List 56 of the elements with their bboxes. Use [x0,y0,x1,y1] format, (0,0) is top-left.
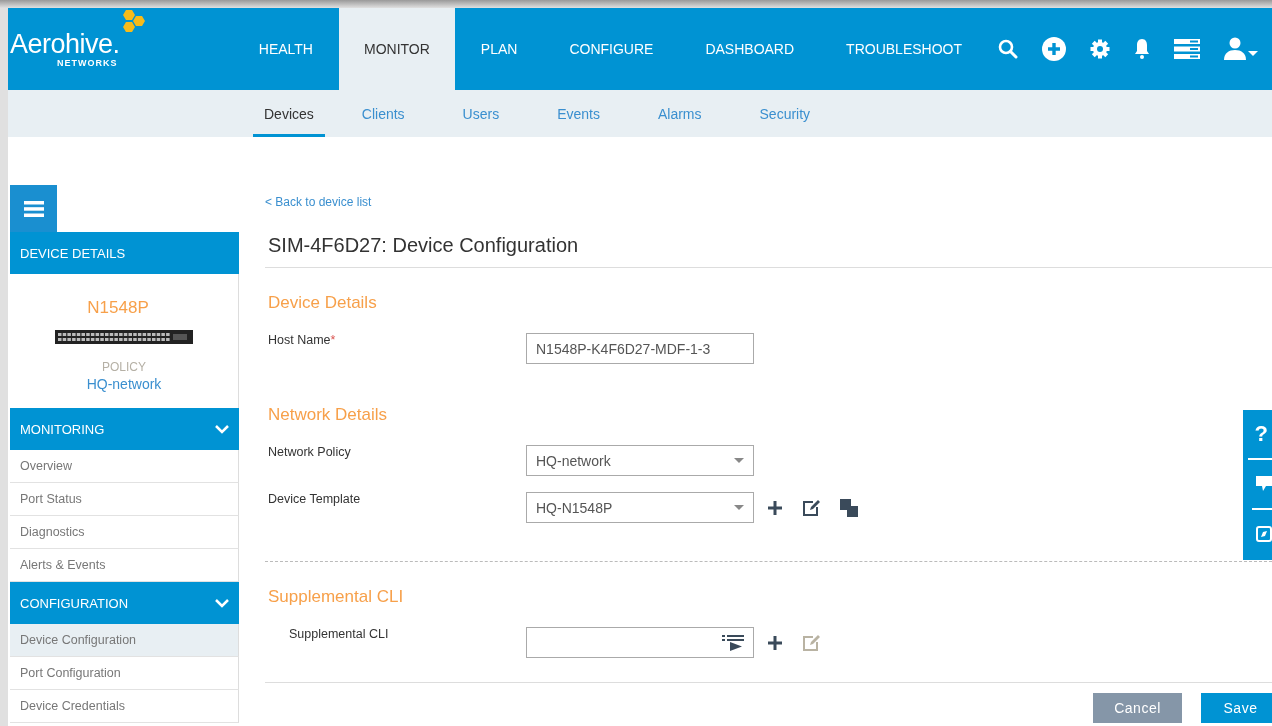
chevron-down-icon[interactable] [215,424,229,434]
save-button[interactable]: Save [1201,693,1272,723]
cancel-button[interactable]: Cancel [1093,693,1182,723]
field-label: Host Name* [268,333,337,347]
section-title: Network Details [268,405,388,425]
chat-icon[interactable] [1256,476,1272,492]
search-icon[interactable] [998,39,1018,59]
field-label: Supplemental CLI [288,627,390,641]
nav-tab[interactable]: MONITOR [338,8,455,90]
sidebar-item[interactable]: Overview [10,450,239,483]
dropdown[interactable]: HQ-N1548P [526,492,754,523]
user-menu-icon[interactable] [1224,37,1258,61]
field-label: Device Template [268,492,362,506]
page-title: SIM-4F6D27: Device Configuration [265,209,1272,268]
server-icon[interactable] [1174,39,1200,59]
compass-icon[interactable] [1256,526,1272,542]
sidebar-item[interactable]: Diagnostics [10,516,239,549]
field-label: Network Policy [268,445,352,459]
policy-label: POLICY [102,360,146,374]
nav-tab[interactable]: PLAN [454,8,544,90]
subnav-tab[interactable]: Clients [350,90,416,137]
nav-tab[interactable]: TROUBLESHOOT [820,8,988,90]
dropdown[interactable]: HQ-network [526,445,754,476]
nav-tab[interactable]: CONFIGURE [543,8,680,90]
section-header[interactable]: MONITORING [10,408,239,450]
subnav-tab[interactable]: Devices [253,90,325,137]
bell-icon[interactable] [1134,38,1150,60]
subnav-tab[interactable]: Alarms [646,90,713,137]
edit-icon[interactable] [802,498,820,517]
add-icon[interactable] [768,635,782,650]
subnav-tab[interactable]: Security [748,90,822,137]
list-play-icon[interactable] [722,634,744,651]
section-header: DEVICE DETAILS [10,232,239,274]
host-name-field[interactable]: N1548P-K4F6D27-MDF-1-3 [526,333,754,364]
section-title: Supplemental CLI [268,587,404,607]
nav-tab[interactable]: HEALTH [232,8,339,90]
sidebar-item[interactable]: Port Status [10,483,239,516]
sidebar-item[interactable]: Device Configuration [10,624,239,657]
sidebar-item[interactable]: Port Configuration [10,657,239,690]
device-model: N1548P [87,298,149,318]
menu-icon [23,200,44,217]
back-link[interactable]: < Back to device list [265,195,372,209]
subnav-tab[interactable]: Users [451,90,511,137]
sidebar-item[interactable]: Device Credentials [10,690,239,723]
settings-icon[interactable] [1090,39,1110,59]
cli-field[interactable] [526,627,754,658]
policy-link[interactable]: HQ-network [86,376,162,392]
nav-tab[interactable]: DASHBOARD [679,8,821,90]
section-header[interactable]: CONFIGURATION [10,582,239,624]
add-icon[interactable] [768,500,782,515]
section-title: Device Details [268,293,377,313]
aerohive-logo: Aerohive. NETWORKS [10,10,146,68]
copy-icon[interactable] [840,498,858,517]
menu-button[interactable] [10,185,57,232]
subnav-tab[interactable]: Events [546,90,611,137]
chevron-down-icon[interactable] [215,598,229,608]
